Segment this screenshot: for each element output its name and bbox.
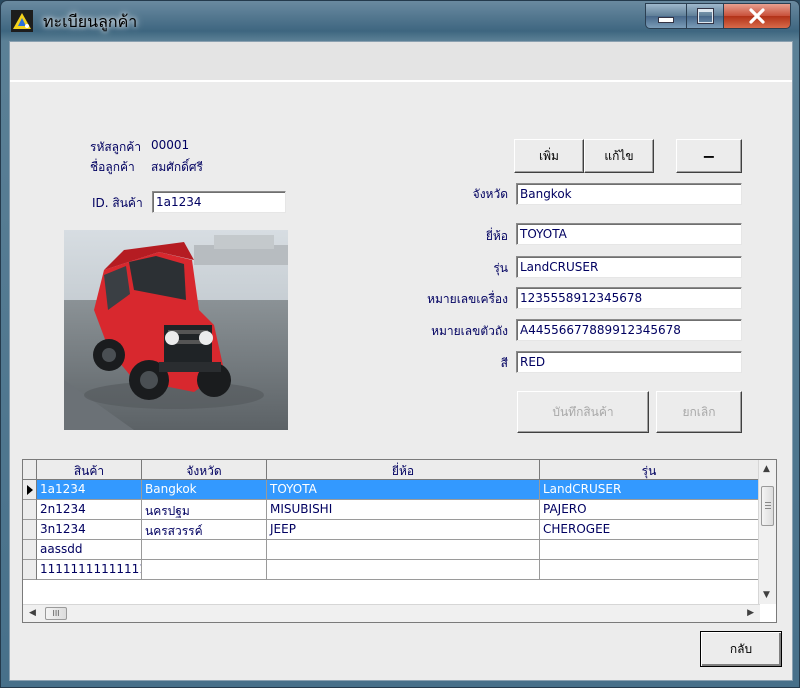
cell-province[interactable]: นครสวรรค์ <box>142 520 267 540</box>
back-button[interactable]: กลับ <box>700 631 782 667</box>
row-selector[interactable] <box>23 540 37 560</box>
row-selector[interactable] <box>23 520 37 540</box>
add-button[interactable]: เพิ่ม <box>514 139 584 173</box>
cell-model[interactable]: LandCRUSER <box>540 480 759 500</box>
customer-name-label: ชื่อลูกค้า <box>90 160 135 174</box>
form-client-area: รหัสลูกค้า 00001 ชื่อลูกค้า สมศักดิ์ศรี … <box>9 41 793 681</box>
customer-code-value: 00001 <box>151 138 190 152</box>
table-row[interactable]: 2n1234 นครปฐม MISUBISHI PAJERO <box>23 500 759 520</box>
cell-product[interactable]: 111111111111111 <box>37 560 142 580</box>
cell-province[interactable]: นครปฐม <box>142 500 267 520</box>
cell-brand[interactable]: MISUBISHI <box>267 500 540 520</box>
title-bar[interactable]: ทะเบียนลูกค้า <box>1 1 800 41</box>
cell-product[interactable]: 2n1234 <box>37 500 142 520</box>
vertical-scrollbar[interactable]: ▲ ▼ <box>758 460 776 604</box>
cell-brand[interactable]: JEEP <box>267 520 540 540</box>
customer-code-label: รหัสลูกค้า <box>90 140 142 154</box>
car-photo <box>64 230 288 430</box>
column-header-model[interactable]: รุ่น <box>540 460 759 480</box>
cell-brand[interactable] <box>267 540 540 560</box>
horizontal-scrollbar[interactable]: ◀ III ▶ <box>23 604 760 622</box>
cell-product[interactable]: 1a1234 <box>37 480 142 500</box>
province-field[interactable]: Bangkok <box>516 183 742 205</box>
table-row[interactable]: 1a1234 Bangkok TOYOTA LandCRUSER <box>23 480 759 500</box>
minimize-button[interactable] <box>645 3 687 29</box>
engine-number-field[interactable]: 1235558912345678 <box>516 287 742 309</box>
color-field[interactable]: RED <box>516 351 742 373</box>
scroll-left-icon[interactable]: ◀ <box>29 608 36 618</box>
row-selector[interactable] <box>23 500 37 520</box>
cell-product[interactable]: aassdd <box>37 540 142 560</box>
table-row[interactable]: aassdd <box>23 540 759 560</box>
model-label: รุ่น <box>493 261 508 275</box>
customer-name-value: สมศักดิ์ศรี <box>151 160 203 174</box>
grid-header: สินค้า จังหวัด ยี่ห้อ รุ่น <box>23 460 759 480</box>
brand-field[interactable]: TOYOTA <box>516 223 742 245</box>
cell-province[interactable] <box>142 540 267 560</box>
save-product-button[interactable]: บันทึกสินค้า <box>517 391 649 433</box>
row-selector[interactable] <box>23 480 37 500</box>
maximize-icon <box>697 9 713 23</box>
province-label: จังหวัด <box>472 187 508 201</box>
column-header-product[interactable]: สินค้า <box>37 460 142 480</box>
engine-number-label: หมายเลขเครื่อง <box>427 292 508 306</box>
chassis-number-label: หมายเลขตัวถัง <box>431 324 508 338</box>
cell-model[interactable]: CHEROGEE <box>540 520 759 540</box>
product-id-label: ID. สินค้า <box>92 196 143 210</box>
cell-product[interactable]: 3n1234 <box>37 520 142 540</box>
product-grid[interactable]: สินค้า จังหวัด ยี่ห้อ รุ่น 1a1234 Bangko… <box>22 459 777 623</box>
edit-button[interactable]: แก้ไข <box>584 139 654 173</box>
row-selector[interactable] <box>23 560 37 580</box>
horizontal-scroll-thumb[interactable]: III <box>45 607 67 620</box>
brand-label: ยี่ห้อ <box>485 229 508 243</box>
cell-province[interactable] <box>142 560 267 580</box>
scroll-down-icon[interactable]: ▼ <box>763 590 770 600</box>
vertical-scroll-thumb[interactable] <box>761 486 774 526</box>
window-title: ทะเบียนลูกค้า <box>43 12 138 31</box>
maximize-button[interactable] <box>686 3 724 29</box>
grid-corner <box>23 460 37 480</box>
scroll-right-icon[interactable]: ▶ <box>747 608 754 618</box>
model-field[interactable]: LandCRUSER <box>516 256 742 278</box>
cell-brand[interactable] <box>267 560 540 580</box>
close-icon <box>749 8 765 24</box>
cell-province[interactable]: Bangkok <box>142 480 267 500</box>
table-row[interactable]: 3n1234 นครสวรรค์ JEEP CHEROGEE <box>23 520 759 540</box>
scroll-up-icon[interactable]: ▲ <box>763 464 770 474</box>
cell-model[interactable] <box>540 540 759 560</box>
minimize-icon <box>658 17 674 23</box>
column-header-brand[interactable]: ยี่ห้อ <box>267 460 540 480</box>
top-panel <box>10 42 792 82</box>
cell-brand[interactable]: TOYOTA <box>267 480 540 500</box>
cancel-button[interactable]: ยกเลิก <box>656 391 742 433</box>
table-row[interactable]: 111111111111111 <box>23 560 759 580</box>
main-window: ทะเบียนลูกค้า รหัสลูกค้า 00001 ชื่อลูกค้… <box>0 0 800 688</box>
cell-model[interactable] <box>540 560 759 580</box>
app-logo-icon <box>11 10 33 32</box>
color-label: สี <box>500 356 508 370</box>
product-id-field[interactable]: 1a1234 <box>152 191 286 213</box>
column-header-province[interactable]: จังหวัด <box>142 460 267 480</box>
cell-model[interactable]: PAJERO <box>540 500 759 520</box>
chassis-number-field[interactable]: A44556677889912345678 <box>516 319 742 341</box>
row-pointer-icon <box>26 484 33 495</box>
close-button[interactable] <box>723 3 791 29</box>
delete-button[interactable]: − <box>676 139 742 173</box>
